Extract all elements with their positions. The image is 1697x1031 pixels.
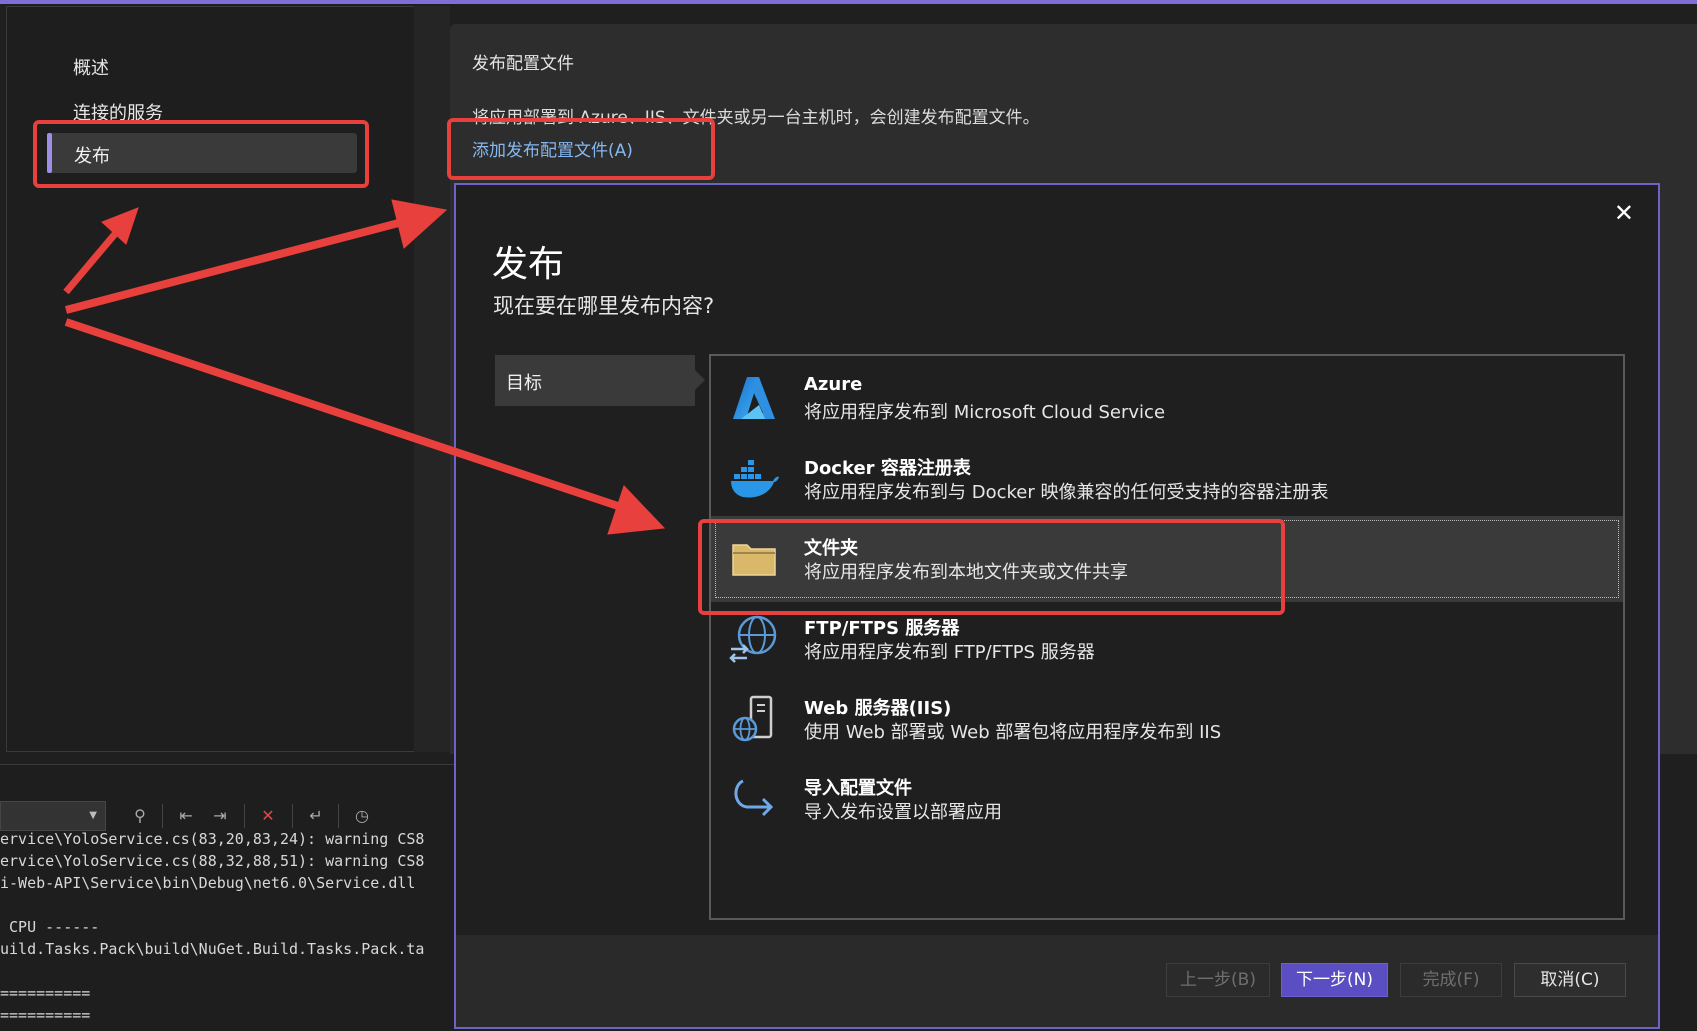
option-description: 使用 Web 部署或 Web 部署包将应用程序发布到 IIS (804, 722, 1222, 743)
option-name: 导入配置文件 (804, 778, 912, 799)
output-line: ========== (0, 984, 91, 1002)
previous-message-icon[interactable]: ⇤ (174, 804, 198, 828)
step-pointer (695, 370, 705, 390)
target-options-list: Azure 将应用程序发布到 Microsoft Cloud Service D… (709, 354, 1625, 920)
toolbar-separator (292, 804, 293, 828)
globe-transfer-icon (729, 615, 777, 663)
option-description: 将应用程序发布到 FTP/FTPS 服务器 (804, 642, 1095, 663)
close-icon[interactable]: ✕ (1614, 199, 1634, 227)
toolbar-separator (162, 804, 163, 828)
output-source-dropdown[interactable]: ▼ (0, 801, 106, 831)
annotation-box-folder-option (698, 519, 1285, 615)
nav-item-overview[interactable]: 概述 (73, 54, 109, 80)
web-server-icon (732, 695, 773, 742)
toggle-word-wrap-icon[interactable]: ↵ (304, 804, 328, 828)
project-navigation-pane (6, 6, 420, 752)
back-button[interactable]: 上一步(B) (1166, 963, 1270, 997)
azure-icon (733, 377, 775, 419)
step-target-label: 目标 (506, 373, 542, 394)
finish-button[interactable]: 完成(F) (1400, 963, 1502, 997)
output-line: ========== (0, 1006, 91, 1024)
option-description: 将应用程序发布到 Microsoft Cloud Service (804, 402, 1166, 423)
toolbar-separator (244, 804, 245, 828)
find-message-icon[interactable]: ⚲ (128, 804, 152, 828)
toolbar-separator (338, 804, 339, 828)
option-name: Azure (804, 374, 863, 395)
next-message-icon[interactable]: ⇥ (208, 804, 232, 828)
output-line: uild.Tasks.Pack\build\NuGet.Build.Tasks.… (0, 940, 425, 958)
pane-divider (414, 6, 450, 752)
docker-icon (731, 460, 779, 498)
option-import-profile[interactable]: 导入配置文件 导入发布设置以部署应用 (711, 756, 1623, 842)
panel-title: 发布配置文件 (472, 54, 574, 74)
option-name: Web 服务器(IIS) (804, 698, 952, 719)
option-description: 导入发布设置以部署应用 (804, 802, 1002, 823)
option-docker-registry[interactable]: Docker 容器注册表 将应用程序发布到与 Docker 映像兼容的任何受支持… (711, 436, 1623, 522)
cancel-button[interactable]: 取消(C) (1514, 963, 1626, 997)
output-line: i-Web-API\Service\bin\Debug\net6.0\Servi… (0, 874, 416, 892)
next-button[interactable]: 下一步(N) (1281, 963, 1388, 997)
step-target[interactable]: 目标 (495, 355, 705, 406)
annotation-box-publish-nav (33, 120, 369, 188)
option-description: 将应用程序发布到与 Docker 映像兼容的任何受支持的容器注册表 (804, 482, 1329, 503)
output-line: ervice\YoloService.cs(88,32,88,51): warn… (0, 852, 425, 870)
clear-all-icon[interactable]: ✕ (256, 804, 280, 828)
annotation-box-add-profile (447, 118, 715, 180)
chevron-down-icon: ▼ (89, 810, 97, 821)
output-line: ervice\YoloService.cs(83,20,83,24): warn… (0, 830, 425, 848)
output-line: CPU ------ (0, 918, 100, 936)
option-name: Docker 容器注册表 (804, 458, 971, 479)
import-arrow-icon (734, 779, 774, 817)
option-name: FTP/FTPS 服务器 (804, 618, 960, 639)
timestamp-clock-icon[interactable]: ◷ (350, 804, 374, 828)
option-web-server-iis[interactable]: Web 服务器(IIS) 使用 Web 部署或 Web 部署包将应用程序发布到 … (711, 676, 1623, 762)
dialog-subtitle: 现在要在哪里发布内容? (493, 294, 715, 318)
dialog-title: 发布 (492, 244, 565, 285)
option-azure[interactable]: Azure 将应用程序发布到 Microsoft Cloud Service (711, 356, 1623, 442)
window-accent-line (0, 0, 1697, 4)
dialog-footer: 上一步(B) 下一步(N) 完成(F) 取消(C) (456, 935, 1658, 1027)
